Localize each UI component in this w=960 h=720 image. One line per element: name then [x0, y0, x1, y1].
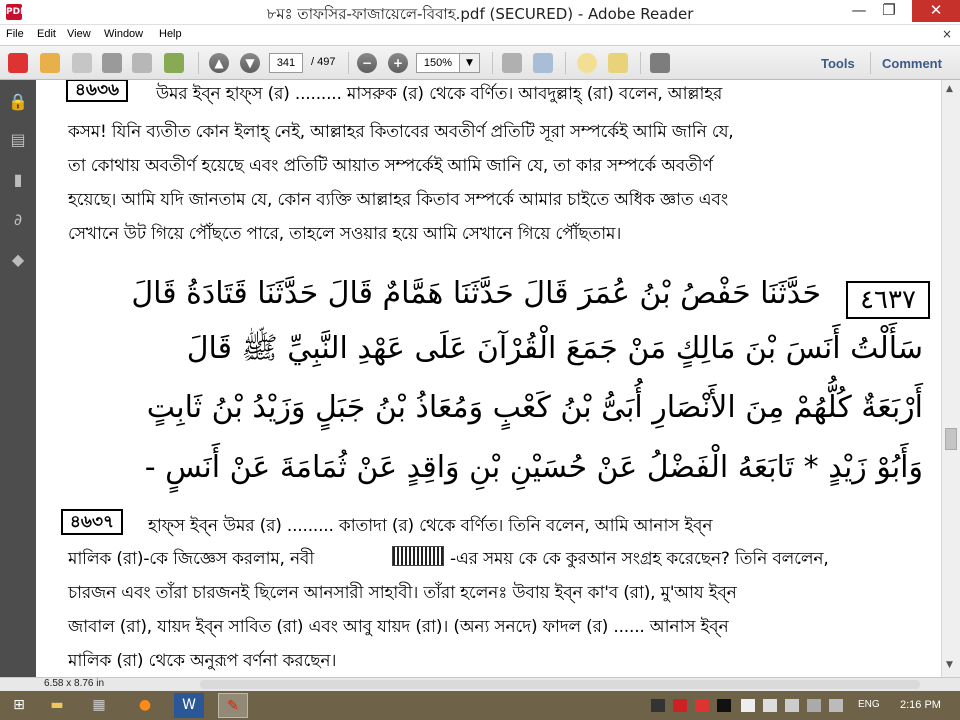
bengali-text-line: হয়েছে। আমি যদি জানতাম যে, কোন ব্যক্তি আ…: [68, 190, 728, 210]
page-number-input[interactable]: 341: [269, 53, 303, 73]
sign-icon[interactable]: [164, 53, 184, 73]
bengali-text-line: মালিক (রা) থেকে অনুরূপ বর্ণনা করছেন।: [68, 651, 337, 671]
toolbar-separator: [492, 52, 493, 74]
file-explorer-icon[interactable]: ▬: [42, 693, 72, 718]
arabic-text-line: وَأَبُوْ زَيْدٍ * تَابَعَهُ الْفَضْلُ عَ…: [144, 450, 923, 485]
tray-acrobat-icon[interactable]: [695, 699, 709, 712]
menu-bar: File Edit View Window Help ×: [0, 25, 960, 45]
fit-page-icon[interactable]: [502, 53, 522, 73]
full-screen-icon[interactable]: [533, 53, 553, 73]
action-center-flag-icon[interactable]: [741, 699, 755, 712]
word-icon[interactable]: W: [174, 693, 204, 718]
horizontal-scrollbar[interactable]: [200, 680, 920, 689]
tray-app-icon[interactable]: [651, 699, 665, 712]
hadith-number: ৪৬৩৬: [66, 80, 128, 102]
bengali-text-line: কসম! যিনি ব্যতীত কোন ইলাহ্‌ নেই, আল্লাহর…: [68, 122, 734, 142]
next-page-button[interactable]: ▼: [240, 53, 260, 73]
title-bar: PDF ৮মঃ তাফসির-ফাজায়েলে-বিবাহ.pdf (SECU…: [0, 0, 960, 25]
tools-button[interactable]: Tools: [821, 56, 855, 71]
adobe-reader-taskbar-icon[interactable]: ✎: [218, 693, 248, 718]
clock[interactable]: 2:16 PM: [900, 699, 941, 711]
pages-icon[interactable]: ▤: [8, 130, 28, 150]
toolbar: ▲ ▼ 341 / 497 − + 150% ▼ Tools Comment: [0, 45, 960, 80]
expand-icon[interactable]: [650, 53, 670, 73]
close-window-button[interactable]: ✕: [912, 0, 960, 22]
scroll-up-icon[interactable]: ▲: [946, 84, 953, 94]
bookmark-icon[interactable]: ▮: [8, 170, 28, 190]
toolbar-separator: [640, 52, 641, 74]
menu-window[interactable]: Window: [104, 28, 143, 40]
bengali-text-line: জাবাল (রা), যায়দ ইব্‌ন সাবিত (রা) এবং আ…: [68, 617, 729, 637]
bengali-text-line: হাফ্‌স ইব্‌ন উমর (র) ......... কাতাদা (র…: [148, 516, 713, 536]
highlight-icon[interactable]: [608, 53, 628, 73]
status-bar: 6.58 x 8.76 in: [0, 677, 960, 691]
arabic-text-line: أَرْبَعَةٌ كُلُّهُمْ مِنَ الأَنْصَارِ أُ…: [146, 390, 923, 425]
toolbar-separator: [348, 52, 349, 74]
create-pdf-icon[interactable]: [8, 53, 28, 73]
tray-printer-icon[interactable]: [763, 699, 777, 712]
salutation-calligraphy-icon: [392, 546, 444, 566]
toolbar-separator: [870, 52, 871, 74]
open-file-icon[interactable]: [40, 53, 60, 73]
app-icon[interactable]: ▦: [84, 693, 114, 718]
bengali-text-line: মালিক (রা)-কে জিজ্ঞেস করলাম, নবী: [68, 549, 315, 569]
hadith-number: ৪৬৩৭: [61, 509, 123, 535]
menu-file[interactable]: File: [6, 28, 24, 40]
maximize-button[interactable]: ❐: [872, 0, 906, 22]
lock-icon[interactable]: 🔒: [8, 92, 28, 112]
sticky-note-icon[interactable]: [577, 53, 597, 73]
taskbar: ⊞ ▬ ▦ ● W ✎ ENG 2:16 PM: [0, 691, 960, 720]
bengali-text-line: -এর সময় কে কে কুরআন সংগ্রহ করেছেন? তিনি…: [450, 549, 829, 569]
save-icon[interactable]: [72, 53, 92, 73]
arabic-text-line: سَأَلْتُ أَنَسَ بْنَ مَالِكٍ مَنْ جَمَعَ…: [186, 331, 923, 366]
email-icon[interactable]: [132, 53, 152, 73]
zoom-out-button[interactable]: −: [357, 53, 377, 73]
bengali-text-line: তা কোথায় অবতীর্ণ হয়েছে এবং প্রতিটি আয়…: [68, 156, 713, 176]
tray-device-icon[interactable]: [785, 699, 799, 712]
volume-icon[interactable]: [829, 699, 843, 712]
menu-edit[interactable]: Edit: [37, 28, 56, 40]
previous-page-button[interactable]: ▲: [209, 53, 229, 73]
tray-pdf-icon[interactable]: [673, 699, 687, 712]
zoom-dropdown-icon[interactable]: ▼: [460, 53, 480, 73]
bengali-text-line: সেখানে উট গিয়ে পৌঁছতে পারে, তাহলে সওয়া…: [68, 224, 622, 244]
attachment-icon[interactable]: ∂: [8, 210, 28, 230]
toolbar-separator: [198, 52, 199, 74]
toolbar-separator: [565, 52, 566, 74]
minimize-button[interactable]: —: [842, 0, 876, 22]
scroll-thumb[interactable]: [945, 428, 957, 450]
layers-icon[interactable]: ◆: [8, 250, 28, 270]
page-size-label: 6.58 x 8.76 in: [44, 678, 105, 689]
arabic-text-line: حَدَّثَنَا حَفْصُ بْنُ عُمَرَ قَالَ حَدَ…: [131, 276, 821, 311]
language-indicator[interactable]: ENG: [858, 699, 880, 710]
start-icon[interactable]: ⊞: [4, 693, 34, 718]
navigation-pane: 🔒 ▤ ▮ ∂ ◆: [0, 80, 36, 677]
menu-view[interactable]: View: [67, 28, 91, 40]
document-page: ৪৬৩৬ উমর ইব্‌ন হাফ্‌স (র) ......... মাসর…: [36, 80, 941, 677]
zoom-input[interactable]: 150%: [416, 53, 460, 73]
network-icon[interactable]: [807, 699, 821, 712]
bengali-text-line: উমর ইব্‌ন হাফ্‌স (র) ......... মাসরুক (র…: [156, 84, 723, 104]
menu-help[interactable]: Help: [159, 28, 182, 40]
vertical-scrollbar[interactable]: ▲ ▼: [941, 80, 960, 677]
arabic-hadith-number: ٤٦٣٧: [846, 281, 930, 319]
close-document-icon[interactable]: ×: [942, 27, 952, 41]
scroll-down-icon[interactable]: ▼: [946, 660, 953, 670]
page-total: / 497: [311, 56, 336, 68]
tray-app-icon[interactable]: [717, 699, 731, 712]
comment-button[interactable]: Comment: [882, 56, 942, 71]
zoom-in-button[interactable]: +: [388, 53, 408, 73]
firefox-icon[interactable]: ●: [130, 693, 160, 718]
bengali-text-line: চারজন এবং তাঁরা চারজনই ছিলেন আনসারী সাহা…: [68, 583, 737, 603]
print-icon[interactable]: [102, 53, 122, 73]
